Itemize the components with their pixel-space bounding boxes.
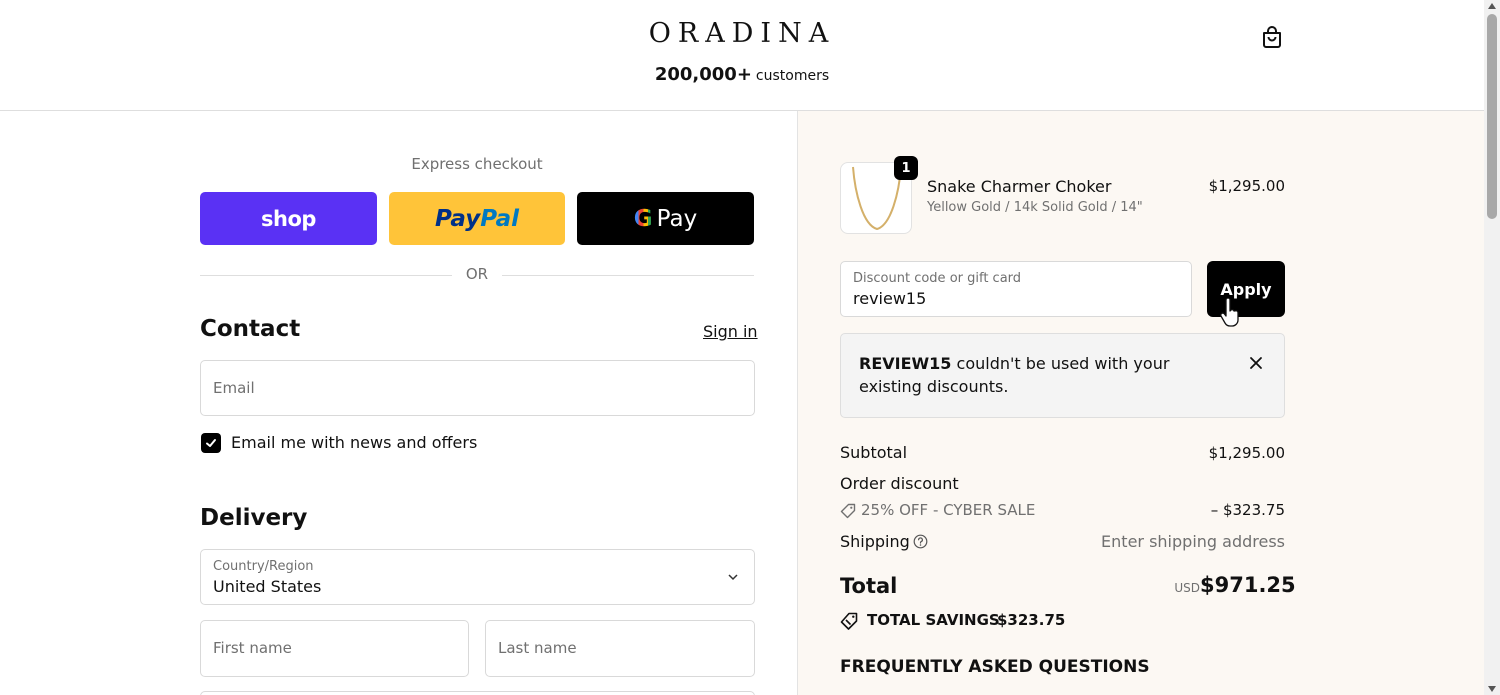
last-name-placeholder: Last name [498,639,577,657]
product-variant: Yellow Gold / 14k Solid Gold / 14" [927,200,1143,215]
express-checkout-title: Express checkout [411,155,543,173]
close-icon[interactable] [1247,354,1265,372]
shopping-bag-icon[interactable] [1259,24,1285,50]
paypal-button[interactable]: Pay Pal [389,192,565,245]
first-name-placeholder: First name [213,639,292,657]
product-name: Snake Charmer Choker [927,177,1112,196]
discount-error-message: REVIEW15 couldn't be used with your exis… [859,352,1219,398]
tag-icon [840,503,856,519]
address-field[interactable] [200,691,755,695]
quantity-badge: 1 [894,156,918,180]
shipping-label: Shipping [840,532,910,551]
google-pay-button[interactable]: G Pay [577,192,754,245]
email-placeholder: Email [213,379,255,397]
discount-error-code: REVIEW15 [859,354,952,373]
customers-count: 200,000+ [654,64,752,85]
paypal-label-pay: Pay [435,205,481,232]
discount-code-label: Discount code or gift card [853,271,1022,286]
hand-cursor-icon [1220,298,1239,327]
scroll-down-arrow-icon[interactable] [1488,686,1496,692]
subtotal-label: Subtotal [840,443,908,462]
scrollbar-thumb[interactable] [1487,14,1497,219]
country-select[interactable]: Country/Region United States [200,549,755,605]
total-amount: $971.25 [1200,573,1296,597]
savings-tag-icon [840,612,858,630]
page-scrollbar[interactable] [1484,0,1500,695]
help-circle-icon[interactable] [913,534,928,549]
customers-label: customers [755,68,830,84]
or-label: OR [452,265,502,283]
scroll-up-arrow-icon[interactable] [1488,3,1496,9]
google-g-icon: G [633,205,653,232]
discount-error-alert: REVIEW15 couldn't be used with your exis… [840,333,1285,418]
google-pay-label: Pay [656,205,698,232]
email-field[interactable]: Email [200,360,755,416]
total-savings-label: TOTAL SAVINGS [867,611,1000,629]
chevron-down-icon [728,574,738,581]
checkmark-icon [206,439,216,447]
delivery-heading: Delivery [200,505,308,531]
discount-code-input[interactable]: Discount code or gift card review15 [840,261,1192,317]
faq-heading: FREQUENTLY ASKED QUESTIONS [840,657,1150,677]
shop-pay-label: shop [261,206,316,231]
shipping-value: Enter shipping address [1101,532,1285,551]
first-name-field[interactable]: First name [200,620,469,677]
order-discount-label: Order discount [840,474,959,493]
product-price: $1,295.00 [1208,177,1285,195]
total-savings-amount: $323.75 [997,611,1066,629]
country-value: United States [213,577,322,596]
contact-heading: Contact [200,316,301,342]
total-label: Total [840,574,898,598]
country-label: Country/Region [213,559,314,574]
paypal-label-pal: Pal [480,205,519,232]
discount-amount: – $323.75 [1210,501,1285,519]
customers-tagline: 200,000+ customers [0,64,1484,85]
shop-pay-button[interactable]: shop [200,192,377,245]
discount-name: 25% OFF - CYBER SALE [861,501,1036,519]
subtotal-value: $1,295.00 [1208,444,1285,462]
sign-in-link[interactable]: Sign in [703,322,758,341]
site-header: ORADINA 200,000+ customers [0,0,1484,111]
discount-code-value: review15 [853,289,927,308]
newsletter-label: Email me with news and offers [231,433,478,452]
last-name-field[interactable]: Last name [485,620,755,677]
total-currency: USD [1174,581,1200,595]
newsletter-checkbox[interactable] [201,433,221,453]
